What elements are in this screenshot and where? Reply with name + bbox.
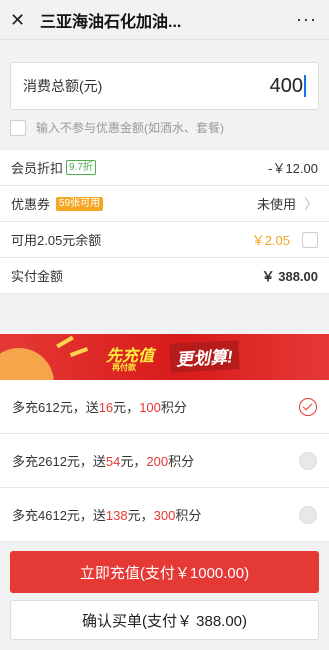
coupon-count-badge: 59张可用 (56, 196, 104, 211)
option-mid: 元， (127, 508, 154, 523)
member-discount-value: -￥12.00 (268, 161, 318, 176)
banner-bolt-graphic-2 (69, 347, 89, 357)
recharge-button[interactable]: 立即充值(支付￥1000.00) (10, 551, 319, 593)
actual-pay-value: ￥ 388.00 (261, 269, 318, 284)
balance-value: ￥2.05 (251, 233, 290, 248)
banner-subline: 再付款 (112, 363, 136, 372)
option-gift: 16 (98, 400, 114, 415)
balance-checkbox[interactable] (302, 231, 318, 248)
more-icon[interactable]: ··· (296, 9, 319, 30)
recharge-option-3[interactable]: 多充4612元，送138元，300积分 (0, 488, 329, 542)
recharge-option-1[interactable]: 多充612元，送16元，100积分 (0, 380, 329, 434)
chevron-right-icon: 〉 (304, 195, 318, 212)
option-points: 300 (153, 508, 176, 523)
page-title: 三亚海油石化加油... (40, 13, 182, 31)
option-gift: 54 (105, 454, 121, 469)
option-suffix: 积分 (168, 454, 195, 469)
exclude-label: 输入不参与优惠金额(如酒水、套餐) (36, 121, 224, 135)
option-mid: 元， (120, 454, 147, 469)
amount-value: 400 (270, 75, 306, 98)
option-prefix: 多充2612元，送 (12, 454, 106, 469)
option-gift: 138 (105, 508, 128, 523)
recharge-option-2[interactable]: 多充2612元，送54元，200积分 (0, 434, 329, 488)
radio-circle-icon[interactable] (299, 505, 317, 524)
coupon-label: 优惠券 (11, 197, 51, 212)
option-points: 100 (139, 400, 161, 415)
balance-row: 可用2.05元余额 ￥2.05 (0, 222, 329, 258)
actual-pay-label: 实付金额 (11, 269, 64, 284)
exclude-amount-row[interactable]: 输入不参与优惠金额(如酒水、套餐) (10, 119, 224, 136)
amount-label: 消费总额(元) (23, 78, 103, 94)
balance-label: 可用2.05元余额 (11, 233, 102, 248)
check-circle-icon[interactable] (299, 397, 317, 416)
close-icon[interactable]: ✕ (10, 0, 32, 40)
member-discount-row: 会员折扣 9.7折 -￥12.00 (0, 150, 329, 186)
recharge-options: 多充612元，送16元，100积分 多充2612元，送54元，200积分 多充4… (0, 380, 329, 542)
promo-banner: 先充值 再付款 更划算! (0, 334, 329, 380)
radio-circle-icon[interactable] (299, 451, 317, 470)
option-prefix: 多充4612元，送 (12, 508, 106, 523)
actual-pay-row: 实付金额 ￥ 388.00 (0, 258, 329, 294)
amount-value-text: 400 (269, 74, 303, 97)
confirm-pay-button[interactable]: 确认买单(支付￥ 388.00) (10, 600, 319, 640)
discount-badge: 9.7折 (66, 160, 96, 175)
option-points: 200 (146, 454, 169, 469)
option-suffix: 积分 (160, 400, 187, 415)
banner-bolt-graphic (56, 335, 74, 349)
option-prefix: 多充612元，送 (12, 400, 99, 415)
amount-input[interactable]: 消费总额(元) 400 (10, 62, 319, 110)
recharge-option-text: 多充4612元，送138元，300积分 (12, 505, 299, 524)
exclude-checkbox[interactable] (10, 119, 26, 136)
option-suffix: 积分 (175, 508, 202, 523)
recharge-option-text: 多充2612元，送54元，200积分 (12, 451, 299, 470)
coupon-row[interactable]: 优惠券 59张可用 未使用 〉 (0, 186, 329, 222)
text-caret (304, 75, 306, 97)
recharge-option-text: 多充612元，送16元，100积分 (12, 397, 299, 416)
banner-sun-graphic (0, 348, 54, 380)
member-discount-label: 会员折扣 (11, 161, 64, 176)
option-mid: 元， (113, 400, 140, 415)
payment-summary: 会员折扣 9.7折 -￥12.00 优惠券 59张可用 未使用 〉 可用2.05… (0, 150, 329, 294)
banner-slogan: 更划算! (169, 340, 240, 373)
top-bar: ✕ 三亚海油石化加油... ··· (0, 0, 329, 40)
coupon-value: 未使用 (256, 197, 296, 212)
